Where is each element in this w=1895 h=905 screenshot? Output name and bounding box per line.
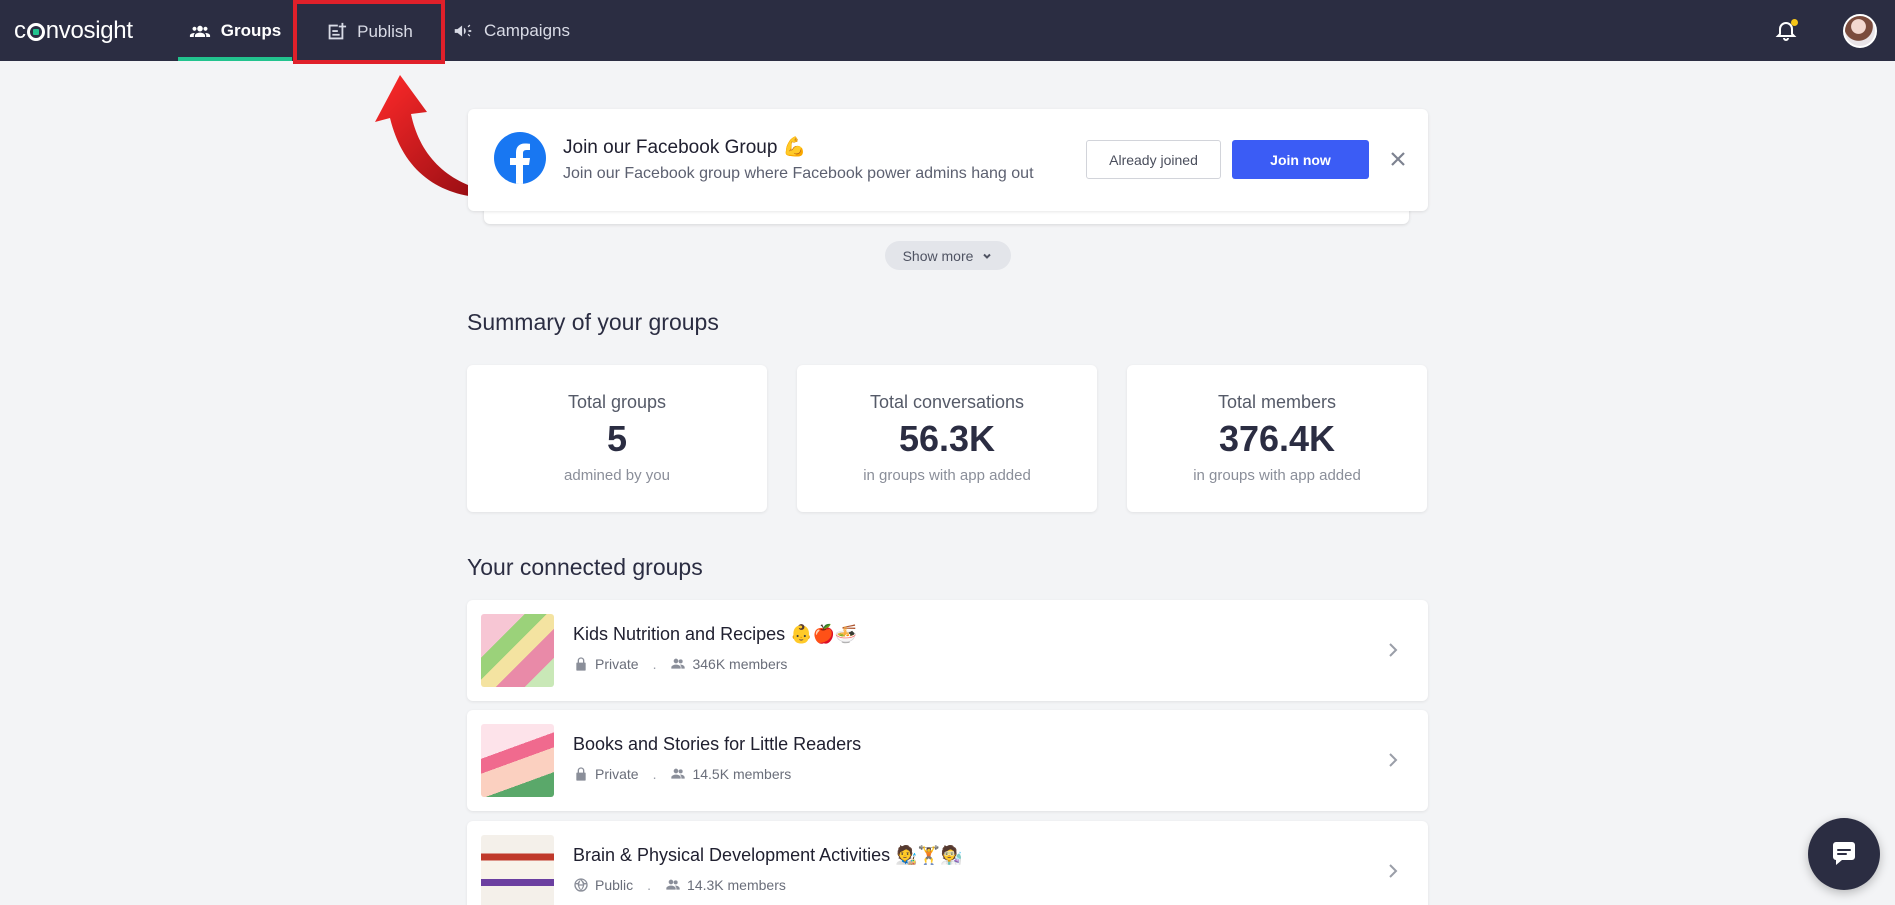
group-member-count: 346K members bbox=[692, 656, 788, 672]
nav-tab-campaigns-label: Campaigns bbox=[484, 20, 570, 40]
group-member-count: 14.5K members bbox=[692, 766, 792, 782]
nav-tab-groups[interactable]: Groups bbox=[178, 0, 292, 61]
stat-label: Total members bbox=[1217, 392, 1337, 412]
group-name: Books and Stories for Little Readers bbox=[573, 734, 862, 754]
logo-mark-icon bbox=[26, 23, 45, 41]
logo-text-end: nvosight bbox=[45, 17, 133, 44]
top-nav-bar: c nvosight Groups Publish Campaigns bbox=[0, 0, 1895, 64]
group-privacy: Private bbox=[595, 766, 639, 782]
meta-separator: . bbox=[647, 877, 652, 893]
chat-icon bbox=[1833, 842, 1855, 865]
group-row[interactable]: Books and Stories for Little Readers Pri… bbox=[467, 710, 1428, 811]
group-name: Kids Nutrition and Recipes 👶🍎🍜 bbox=[573, 624, 858, 644]
stat-card-total-groups: Total groups 5 admined by you bbox=[467, 365, 767, 512]
stat-note: in groups with app added bbox=[863, 467, 1031, 484]
lock-icon bbox=[576, 657, 586, 671]
group-thumbnail bbox=[481, 614, 554, 687]
groups-icon bbox=[189, 25, 210, 37]
stat-card-total-conversations: Total conversations 56.3K in groups with… bbox=[797, 365, 1097, 512]
notifications-bell[interactable] bbox=[1774, 18, 1798, 42]
chevron-right-icon bbox=[1386, 861, 1400, 881]
group-row[interactable]: Brain & Physical Development Activities … bbox=[467, 821, 1428, 905]
group-meta: Private . 14.5K members bbox=[573, 766, 791, 782]
megaphone-icon bbox=[454, 24, 472, 36]
join-now-button[interactable]: Join now bbox=[1232, 140, 1369, 179]
group-member-count: 14.3K members bbox=[687, 877, 786, 893]
convosight-logo[interactable]: c nvosight bbox=[14, 17, 133, 45]
facebook-group-promo: Join our Facebook Group 💪 Join our Faceb… bbox=[468, 109, 1428, 211]
group-privacy: Public bbox=[595, 877, 634, 893]
nav-tab-publish-label: Publish bbox=[357, 22, 413, 41]
stat-note: in groups with app added bbox=[1193, 467, 1361, 484]
stat-label: Total conversations bbox=[869, 392, 1025, 412]
meta-separator: . bbox=[652, 656, 657, 672]
stat-note: admined by you bbox=[564, 467, 670, 484]
stat-value: 376.4K bbox=[1218, 418, 1336, 459]
globe-icon bbox=[574, 878, 588, 892]
group-meta: Public . 14.3K members bbox=[573, 877, 786, 893]
lock-icon bbox=[576, 767, 586, 781]
user-avatar[interactable] bbox=[1843, 14, 1877, 48]
nav-tab-groups-label: Groups bbox=[220, 20, 282, 40]
nav-tab-campaigns[interactable]: Campaigns bbox=[452, 0, 582, 61]
group-thumbnail bbox=[481, 835, 554, 905]
stat-value: 5 bbox=[606, 418, 628, 459]
group-meta: Private . 346K members bbox=[573, 656, 787, 672]
close-icon bbox=[1391, 152, 1405, 166]
chevron-right-icon bbox=[1386, 750, 1400, 770]
already-joined-button[interactable]: Already joined bbox=[1086, 140, 1221, 179]
notification-dot bbox=[1791, 19, 1798, 26]
group-row[interactable]: Kids Nutrition and Recipes 👶🍎🍜 Private .… bbox=[467, 600, 1428, 701]
close-promo-button[interactable] bbox=[1386, 147, 1410, 171]
promo-subtitle: Join our Facebook group where Facebook p… bbox=[563, 165, 1034, 182]
logo-text-start: c bbox=[14, 17, 26, 44]
chevron-right-icon bbox=[1386, 640, 1400, 660]
chat-widget-button[interactable] bbox=[1808, 818, 1880, 890]
publish-icon bbox=[328, 22, 347, 40]
meta-separator: . bbox=[652, 766, 657, 782]
stat-card-total-members: Total members 376.4K in groups with app … bbox=[1127, 365, 1427, 512]
stat-label: Total groups bbox=[567, 392, 667, 412]
group-privacy: Private bbox=[595, 656, 639, 672]
show-more-button[interactable]: Show more bbox=[885, 241, 1011, 270]
promo-title: Join our Facebook Group 💪 bbox=[563, 137, 807, 158]
members-icon bbox=[666, 879, 680, 890]
members-icon bbox=[671, 658, 686, 669]
group-thumbnail bbox=[481, 724, 554, 797]
stat-value: 56.3K bbox=[898, 418, 996, 459]
show-more-label: Show more bbox=[902, 247, 974, 264]
members-icon bbox=[671, 768, 686, 779]
nav-tab-publish[interactable]: Publish bbox=[293, 0, 445, 64]
connected-groups-heading: Your connected groups bbox=[467, 554, 703, 580]
summary-heading: Summary of your groups bbox=[467, 309, 719, 335]
facebook-logo-icon bbox=[494, 132, 546, 184]
chevron-down-icon bbox=[983, 253, 992, 259]
group-name: Brain & Physical Development Activities … bbox=[573, 845, 963, 865]
